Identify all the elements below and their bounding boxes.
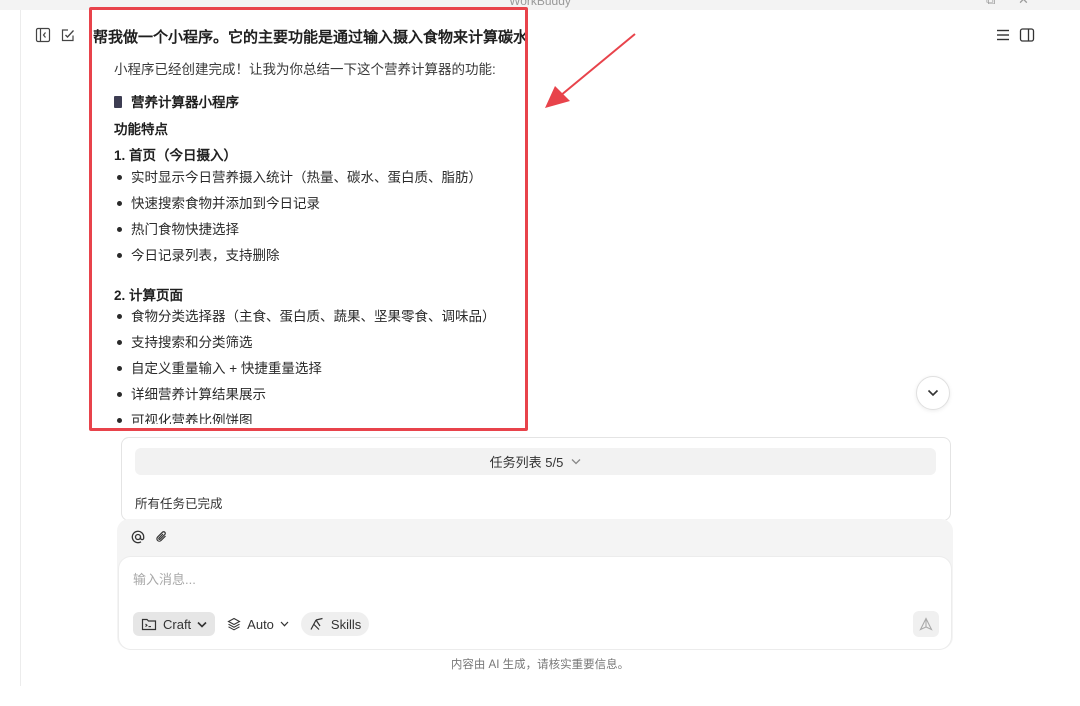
scroll-to-bottom-button[interactable] <box>916 376 950 410</box>
attachment-icon[interactable] <box>155 530 169 544</box>
folder-icon <box>141 618 157 631</box>
bullet-icon <box>117 200 122 206</box>
app-name-heading: 营养计算器小程序 <box>114 91 239 111</box>
task-status: 所有任务已完成 <box>135 497 223 511</box>
message-intro: 小程序已经创建完成！让我为你总结一下这个营养计算器的功能: <box>114 62 496 77</box>
craft-mode-button[interactable]: Craft <box>133 612 216 636</box>
ai-disclaimer: 内容由 AI 生成，请核实重要信息。 <box>450 659 630 671</box>
list-item: 自定义重量输入 + 快捷重量选择 <box>114 357 322 377</box>
list-item: 支持搜索和分类筛选 <box>114 331 253 351</box>
collapse-sidebar-icon[interactable] <box>35 27 51 43</box>
send-icon <box>919 617 933 631</box>
chevron-down-icon <box>197 621 207 628</box>
bullet-icon <box>117 339 122 345</box>
composer-attachments <box>131 527 169 547</box>
menu-icon[interactable] <box>995 27 1011 43</box>
chevron-down-icon <box>280 621 289 627</box>
new-chat-icon[interactable] <box>60 27 76 43</box>
restore-window-icon[interactable]: ⧉ <box>986 0 995 8</box>
list-item: 详细营养计算结果展示 <box>114 383 266 403</box>
annotation-arrow-icon <box>545 33 636 108</box>
composer: 输入消息... Craft Auto Skills <box>117 519 953 649</box>
toggle-panel-icon[interactable] <box>1019 27 1035 43</box>
bullet-icon <box>117 174 122 180</box>
task-list-card: 任务列表 5/5 所有任务已完成 <box>121 437 951 521</box>
message-input-placeholder: 输入消息... <box>133 572 196 587</box>
bullet-icon <box>117 391 122 397</box>
bullet-icon <box>117 252 122 258</box>
skills-icon <box>310 617 323 630</box>
list-item: 实时显示今日营养摄入统计（热量、碳水、蛋白质、脂肪） <box>114 166 482 186</box>
app-name-text: 营养计算器小程序 <box>131 95 239 110</box>
bullet-icon <box>117 226 122 232</box>
bullet-icon <box>117 365 122 371</box>
mention-icon[interactable] <box>131 530 145 544</box>
skills-label: Skills <box>330 616 362 632</box>
close-window-icon[interactable]: ✕ <box>1018 0 1029 8</box>
list-item: 食物分类选择器（主食、蛋白质、蔬果、坚果零食、调味品） <box>114 305 496 325</box>
chevron-down-icon <box>927 389 939 397</box>
layers-icon <box>227 617 241 631</box>
message-input[interactable]: 输入消息... Craft Auto Skills <box>119 557 951 649</box>
list-item: 今日记录列表，支持删除 <box>114 244 280 264</box>
bullet-icon <box>117 417 122 423</box>
model-selector[interactable]: Auto <box>223 612 293 636</box>
sidebar-divider <box>20 10 21 686</box>
list-item: 热门食物快捷选择 <box>114 218 239 238</box>
auto-label: Auto <box>247 616 274 632</box>
bullet-icon <box>117 313 122 319</box>
features-heading: 功能特点 <box>114 122 168 137</box>
section-heading: 1. 首页（今日摄入） <box>114 148 238 163</box>
chevron-down-icon <box>571 459 581 465</box>
list-item: 可视化营养比例饼图 <box>114 409 253 424</box>
list-item: 快速搜索食物并添加到今日记录 <box>114 192 320 212</box>
task-list-toggle[interactable]: 任务列表 5/5 <box>135 448 936 475</box>
skills-button[interactable]: Skills <box>300 612 370 636</box>
message-content: 小程序已经创建完成！让我为你总结一下这个营养计算器的功能: 营养计算器小程序 功… <box>114 0 544 424</box>
task-list-label: 任务列表 5/5 <box>489 455 564 470</box>
composer-toolbar: Craft Auto Skills <box>133 611 370 637</box>
send-button[interactable] <box>913 611 939 637</box>
phone-icon <box>114 96 122 108</box>
section-heading: 2. 计算页面 <box>114 288 184 303</box>
craft-label: Craft <box>163 616 192 632</box>
